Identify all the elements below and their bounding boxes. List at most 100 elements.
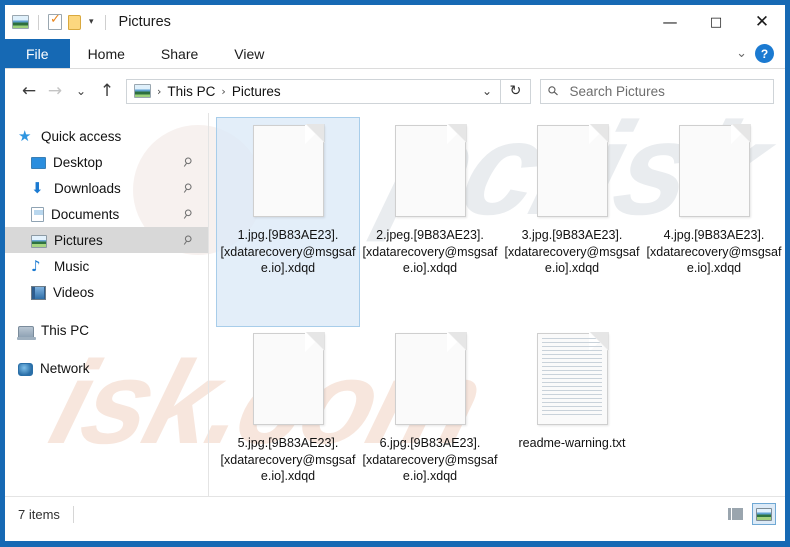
file-name: 1.jpg.[9B83AE23].[xdatarecovery@msgsafe.… [220,228,356,275]
tab-home[interactable]: Home [70,39,143,68]
sidebar-item-label: Videos [53,284,95,300]
window-title: Pictures [118,14,171,30]
sidebar-item-quick-access[interactable]: ★ Quick access [5,123,208,149]
refresh-button[interactable]: ↻ [501,78,531,104]
sidebar-item-pictures[interactable]: Pictures ⚲ [5,227,208,253]
blank-file-icon [252,124,325,217]
blank-file-icon [536,124,609,217]
file-grid: 1.jpg.[9B83AE23].[xdatarecovery@msgsafe.… [216,117,785,534]
text-file-icon [536,332,609,425]
properties-icon[interactable] [48,12,62,30]
desktop-icon [31,157,46,169]
maximize-button[interactable]: □ [693,5,739,39]
sidebar-item-this-pc[interactable]: This PC [5,317,208,343]
blank-file-icon [394,332,467,425]
back-button[interactable]: ← [16,76,42,106]
pin-icon[interactable]: ⚲ [180,154,195,171]
new-folder-icon[interactable] [68,14,81,30]
video-icon [31,285,46,300]
item-count-label: 7 items [18,506,60,522]
view-mode-buttons [723,503,776,525]
window-controls: — □ ✕ [647,5,785,39]
sidebar-item-label: This PC [41,322,90,338]
file-name: 6.jpg.[9B83AE23].[xdatarecovery@msgsafe.… [362,436,498,483]
breadcrumb-pictures[interactable]: Pictures [232,84,281,99]
sidebar-item-videos[interactable]: Videos [5,279,208,305]
breadcrumb-separator-1: › [157,84,162,98]
sidebar-item-label: Music [54,258,90,274]
blank-file-icon [394,124,467,217]
sidebar-item-documents[interactable]: Documents ⚲ [5,201,208,227]
status-bar: 7 items [5,496,785,531]
music-icon: ♪ [31,257,41,275]
up-button[interactable]: ↑ [94,76,120,106]
status-divider [72,505,74,523]
help-icon[interactable]: ? [755,44,774,63]
blank-file-icon [252,332,325,425]
star-icon: ★ [18,127,32,145]
download-icon: ⬇ [31,179,44,197]
file-name: 5.jpg.[9B83AE23].[xdatarecovery@msgsafe.… [220,436,356,483]
breadcrumb-separator-2: › [221,84,226,98]
pin-icon[interactable]: ⚲ [180,206,195,223]
blank-file-icon [678,124,751,217]
window-client-area: pcrisk isk.com ▾ Pictures — □ ✕ File Hom… [5,5,785,541]
recent-locations-button[interactable]: ⌄ [68,76,94,106]
large-icons-view-button[interactable] [752,503,776,525]
ribbon-tab-bar: File Home Share View ⌄ ? [5,39,785,69]
tab-file[interactable]: File [5,39,70,68]
file-item[interactable]: 3.jpg.[9B83AE23].[xdatarecovery@msgsafe.… [501,118,643,326]
explorer-window: pcrisk isk.com ▾ Pictures — □ ✕ File Hom… [0,0,790,547]
file-name: readme-warning.txt [518,436,626,450]
breadcrumb-this-pc[interactable]: This PC [167,84,215,99]
title-bar: ▾ Pictures — □ ✕ [5,5,785,39]
pin-icon[interactable]: ⚲ [180,180,195,197]
large-icons-view-icon [756,507,772,521]
file-name: 4.jpg.[9B83AE23].[xdatarecovery@msgsafe.… [646,228,782,275]
expand-ribbon-chevron-icon[interactable]: ⌄ [736,46,747,61]
details-view-icon [727,508,743,520]
sidebar-item-label: Pictures [54,232,103,248]
sidebar-item-desktop[interactable]: Desktop ⚲ [5,149,208,175]
details-view-button[interactable] [723,503,747,525]
toolbar-divider-2 [104,14,106,30]
explorer-body: ★ Quick access Desktop ⚲ ⬇ Downloads ⚲ D… [5,113,785,496]
pictures-icon [31,234,47,248]
file-item[interactable]: 4.jpg.[9B83AE23].[xdatarecovery@msgsafe.… [643,118,785,326]
sidebar-item-label: Downloads [54,180,121,196]
file-name: 3.jpg.[9B83AE23].[xdatarecovery@msgsafe.… [504,228,640,275]
close-button[interactable]: ✕ [739,5,785,39]
address-bar: ← → ⌄ ↑ › This PC › Pictures ⌄ ↻ ⚲ Searc… [5,69,785,113]
this-pc-icon [17,325,36,340]
sidebar-item-music[interactable]: ♪ Music [5,253,208,279]
sidebar-item-label: Network [40,360,90,376]
navigation-pane: ★ Quick access Desktop ⚲ ⬇ Downloads ⚲ D… [5,113,209,496]
file-item[interactable]: 2.jpeg.[9B83AE23].[xdatarecovery@msgsafe… [359,118,501,326]
breadcrumb[interactable]: › This PC › Pictures ⌄ [126,78,501,104]
document-icon [31,206,44,222]
sidebar-item-label: Documents [51,206,120,222]
search-input[interactable]: ⚲ Search Pictures [540,78,774,104]
search-placeholder: Search Pictures [569,83,665,99]
customize-chevron-icon[interactable]: ▾ [87,17,96,27]
tab-share[interactable]: Share [143,39,216,68]
sidebar-item-label: Quick access [41,128,122,144]
tab-view[interactable]: View [216,39,282,68]
sidebar-item-network[interactable]: Network [5,355,208,381]
file-item[interactable]: 1.jpg.[9B83AE23].[xdatarecovery@msgsafe.… [216,117,360,327]
file-name: 2.jpeg.[9B83AE23].[xdatarecovery@msgsafe… [362,228,498,275]
forward-button[interactable]: → [42,76,68,106]
ribbon-right-controls: ⌄ ? [736,39,785,68]
search-icon: ⚲ [545,82,563,100]
file-list-pane[interactable]: 1.jpg.[9B83AE23].[xdatarecovery@msgsafe.… [209,113,785,496]
sidebar-item-downloads[interactable]: ⬇ Downloads ⚲ [5,175,208,201]
sidebar-item-label: Desktop [53,154,103,170]
quick-access-toolbar: ▾ Pictures [5,12,171,30]
pin-icon[interactable]: ⚲ [180,232,195,249]
path-pictures-icon [134,84,151,98]
path-dropdown-chevron-icon[interactable]: ⌄ [482,84,496,98]
toolbar-divider [38,14,39,30]
minimize-button[interactable]: — [647,5,693,39]
